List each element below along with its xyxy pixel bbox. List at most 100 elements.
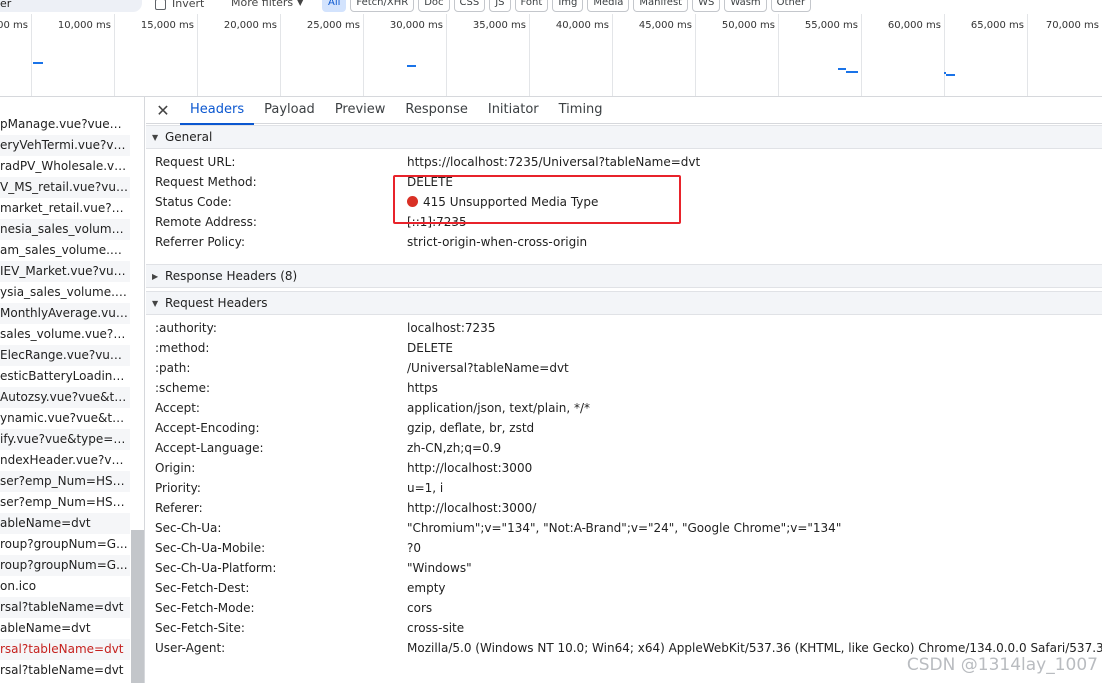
request-header-value: "Windows" bbox=[407, 561, 472, 575]
timeline-gridline bbox=[529, 14, 530, 96]
request-row[interactable]: ElecRange.vue?vue&... bbox=[0, 345, 130, 366]
request-row[interactable]: nesia_sales_volume.v... bbox=[0, 219, 130, 240]
request-row[interactable]: radPV_Wholesale.vu... bbox=[0, 156, 130, 177]
tab-headers[interactable]: Headers bbox=[180, 97, 255, 125]
request-header-key: Sec-Fetch-Dest: bbox=[155, 581, 250, 595]
request-row[interactable]: eryVehTermi.vue?vu... bbox=[0, 135, 130, 156]
watermark: CSDN @1314lay_1007 bbox=[906, 655, 1098, 675]
more-filters-label: More filters bbox=[231, 0, 294, 9]
tab-payload[interactable]: Payload bbox=[254, 97, 325, 124]
request-header-value: cors bbox=[407, 601, 433, 615]
request-row[interactable]: esticBatteryLoading.... bbox=[0, 366, 130, 387]
timeline-gridline bbox=[778, 14, 779, 96]
timeline-gridline bbox=[114, 14, 115, 96]
request-row[interactable]: rsal?tableName=dvt bbox=[0, 597, 130, 618]
request-header-key: Sec-Ch-Ua-Mobile: bbox=[155, 541, 266, 555]
request-row[interactable]: ndexHeader.vue?vu... bbox=[0, 450, 130, 471]
request-list-scrollbar[interactable] bbox=[131, 530, 144, 683]
invert-checkbox[interactable] bbox=[155, 0, 166, 10]
request-row[interactable]: am_sales_volume.vu... bbox=[0, 240, 130, 261]
request-row[interactable]: IEV_Market.vue?vue... bbox=[0, 261, 130, 282]
timeline-request-bar bbox=[946, 74, 955, 76]
invert-toggle[interactable]: Invert bbox=[155, 0, 204, 11]
timeline-tick-label: 65,000 ms bbox=[970, 20, 1024, 31]
request-row[interactable]: ser?emp_Num=HS0... bbox=[0, 492, 130, 513]
request-headers-section-header[interactable]: ▼ Request Headers bbox=[146, 291, 1102, 315]
request-row[interactable]: sales_volume.vue?v... bbox=[0, 324, 130, 345]
tab-timing[interactable]: Timing bbox=[549, 97, 613, 124]
filter-chip-font[interactable]: Font bbox=[514, 0, 549, 12]
request-row[interactable]: roup?groupNum=G... bbox=[0, 555, 130, 576]
filter-input[interactable]: er bbox=[0, 0, 142, 12]
request-header-value: cross-site bbox=[407, 621, 465, 635]
request-name: on.ico bbox=[0, 579, 37, 593]
triangle-down-icon: ▼ bbox=[152, 298, 159, 308]
filter-chip-doc[interactable]: Doc bbox=[418, 0, 450, 12]
request-row[interactable]: ableName=dvt bbox=[0, 618, 130, 639]
request-row[interactable]: ser?emp_Num=HS0... bbox=[0, 471, 130, 492]
request-row[interactable]: ableName=dvt bbox=[0, 513, 130, 534]
request-row[interactable]: ysia_sales_volume.vu... bbox=[0, 282, 130, 303]
timeline-gridline bbox=[280, 14, 281, 96]
request-row[interactable]: Autozsy.vue?vue&typ... bbox=[0, 387, 130, 408]
request-row[interactable]: pManage.vue?vue&... bbox=[0, 114, 130, 135]
request-header-key: Priority: bbox=[155, 481, 201, 495]
response-headers-section-header[interactable]: ▶ Response Headers (8) bbox=[146, 264, 1102, 288]
timeline-request-bar bbox=[407, 65, 416, 67]
request-row[interactable]: roup?groupNum=G... bbox=[0, 534, 130, 555]
request-name: MonthlyAverage.vue... bbox=[0, 306, 128, 320]
general-key: Request Method: bbox=[155, 175, 257, 189]
filter-chip-wasm[interactable]: Wasm bbox=[724, 0, 767, 12]
request-name: V_MS_retail.vue?vue... bbox=[0, 180, 128, 194]
request-row[interactable]: V_MS_retail.vue?vue... bbox=[0, 177, 130, 198]
general-key: Referrer Policy: bbox=[155, 235, 245, 249]
timeline-tick-label: 60,000 ms bbox=[887, 20, 941, 31]
details-tabs: ✕ Headers Payload Preview Response Initiator… bbox=[146, 97, 1102, 125]
request-row[interactable]: ify.vue?vue&type=s... bbox=[0, 429, 130, 450]
general-key: Request URL: bbox=[155, 155, 236, 169]
request-row[interactable]: on.ico bbox=[0, 576, 130, 597]
timeline-tick-label: 00 ms bbox=[0, 20, 28, 31]
timeline-tick-label: 70,000 ms bbox=[1045, 20, 1099, 31]
general-value: https://localhost:7235/Universal?tableNa… bbox=[407, 155, 701, 169]
network-timeline-overview[interactable]: 00 ms 10,000 ms 15,000 ms 20,000 ms 25,000 m… bbox=[0, 14, 1102, 97]
resource-type-chips: All Fetch/XHR Doc CSS JS Font Img Media Manifest… bbox=[322, 0, 812, 12]
filter-chip-media[interactable]: Media bbox=[587, 0, 630, 12]
tab-preview[interactable]: Preview bbox=[325, 97, 396, 124]
tab-response[interactable]: Response bbox=[395, 97, 477, 124]
request-header-key: Sec-Fetch-Site: bbox=[155, 621, 245, 635]
request-name: nesia_sales_volume.v... bbox=[0, 222, 128, 236]
timeline-gridline bbox=[1027, 14, 1028, 96]
request-name: esticBatteryLoading.... bbox=[0, 369, 128, 383]
filter-chip-css[interactable]: CSS bbox=[453, 0, 486, 12]
request-name: ser?emp_Num=HS0... bbox=[0, 474, 128, 488]
timeline-request-bar bbox=[33, 62, 43, 64]
filter-chip-manifest[interactable]: Manifest bbox=[633, 0, 689, 12]
filter-chip-fetch-xhr[interactable]: Fetch/XHR bbox=[350, 0, 415, 12]
filter-chip-ws[interactable]: WS bbox=[692, 0, 721, 12]
request-header-key: Origin: bbox=[155, 461, 196, 475]
timeline-gridline bbox=[446, 14, 447, 96]
request-row[interactable]: market_retail.vue?vue... bbox=[0, 198, 130, 219]
request-row[interactable]: rsal?tableName=dvt bbox=[0, 639, 130, 660]
request-row[interactable]: rsal?tableName=dvt bbox=[0, 660, 130, 681]
close-icon[interactable]: ✕ bbox=[146, 97, 180, 124]
request-header-key: Accept-Language: bbox=[155, 441, 264, 455]
filter-chip-other[interactable]: Other bbox=[770, 0, 812, 12]
general-section-header[interactable]: ▼ General bbox=[146, 125, 1102, 149]
filter-input-text: er bbox=[0, 0, 12, 10]
timeline-tick-label: 20,000 ms bbox=[223, 20, 277, 31]
filter-chip-img[interactable]: Img bbox=[552, 0, 584, 12]
general-key: Remote Address: bbox=[155, 215, 257, 229]
request-row[interactable]: ynamic.vue?vue&ty... bbox=[0, 408, 130, 429]
filter-chip-js[interactable]: JS bbox=[489, 0, 511, 12]
request-details-panel: ✕ Headers Payload Preview Response Initiator… bbox=[146, 97, 1102, 683]
more-filters-dropdown[interactable]: More filters ▼ bbox=[231, 0, 303, 10]
request-row[interactable]: MonthlyAverage.vue... bbox=[0, 303, 130, 324]
request-name: rsal?tableName=dvt bbox=[0, 600, 124, 614]
filter-chip-all[interactable]: All bbox=[322, 0, 347, 12]
timeline-tick-label: 10,000 ms bbox=[57, 20, 111, 31]
timeline-tick-label: 45,000 ms bbox=[638, 20, 692, 31]
timeline-gridline bbox=[31, 14, 32, 96]
tab-initiator[interactable]: Initiator bbox=[478, 97, 549, 124]
